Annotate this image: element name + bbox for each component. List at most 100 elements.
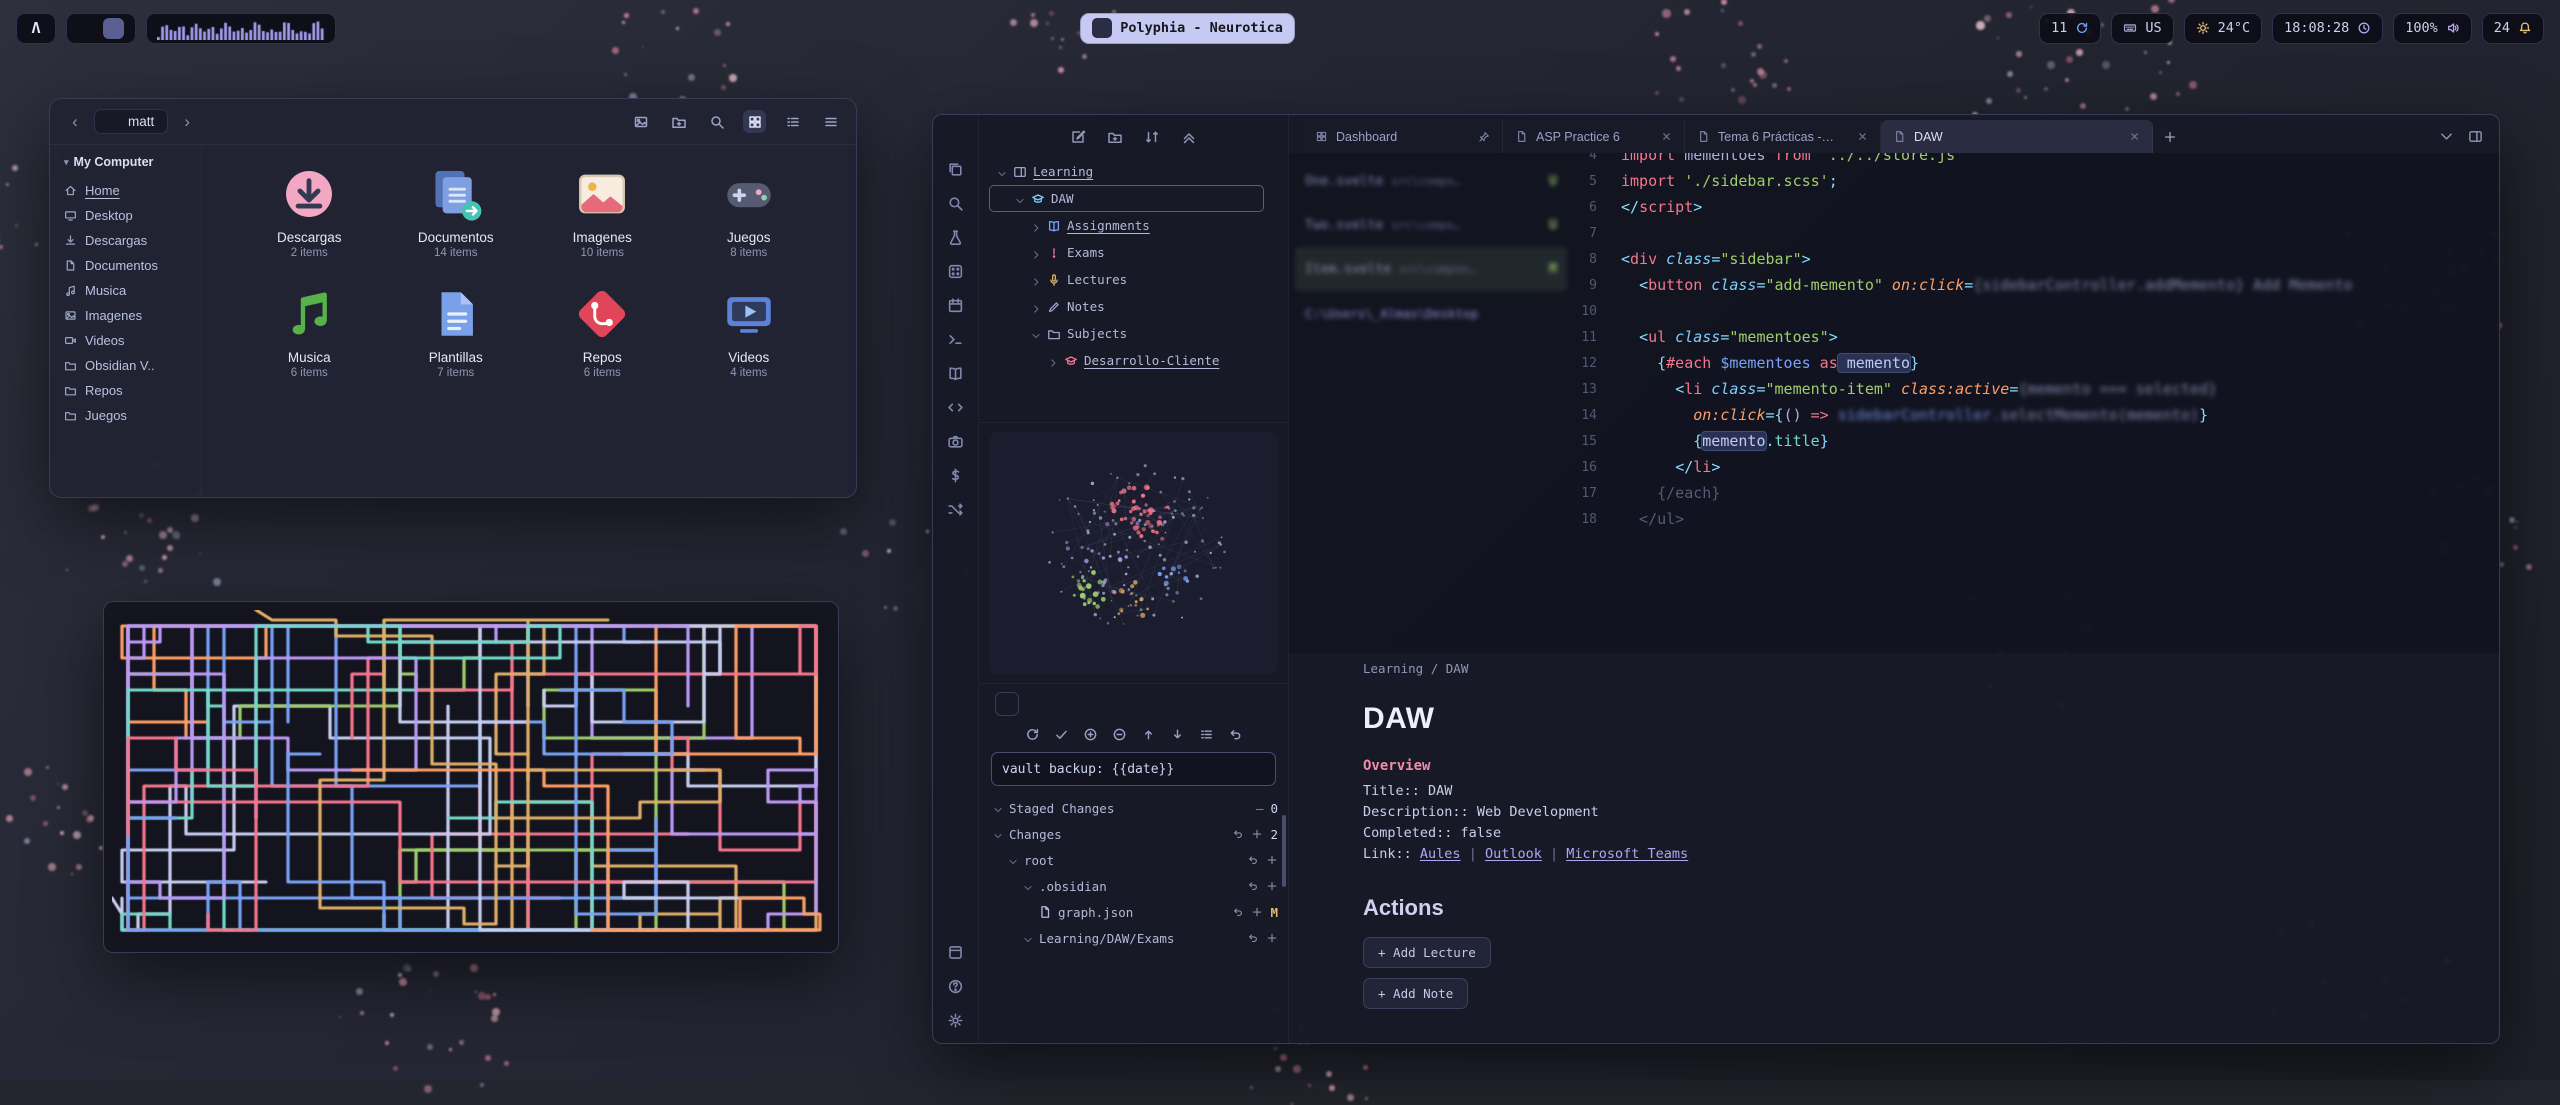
tree-item-exams[interactable]: Exams bbox=[989, 239, 1278, 266]
explorer-collapse-icon[interactable] bbox=[1181, 129, 1197, 145]
tree-item-lectures[interactable]: Lectures bbox=[989, 266, 1278, 293]
notes-icon[interactable] bbox=[103, 18, 124, 39]
forward-button[interactable]: › bbox=[176, 111, 198, 133]
tree-item-subjects[interactable]: Subjects bbox=[989, 320, 1278, 347]
ribbon-terminal-icon[interactable] bbox=[947, 331, 964, 348]
tree-item-assignments[interactable]: Assignments bbox=[989, 212, 1278, 239]
sidebar-item-documentos[interactable]: Documentos bbox=[64, 253, 193, 278]
sidebar-item-descargas[interactable]: Descargas bbox=[64, 228, 193, 253]
undo-icon[interactable] bbox=[1232, 906, 1244, 918]
ribbon-gear-icon[interactable] bbox=[947, 1012, 964, 1029]
local-graph-panel[interactable] bbox=[989, 432, 1278, 674]
chevron-down-icon[interactable] bbox=[1023, 881, 1033, 891]
chevron-down-icon[interactable] bbox=[997, 167, 1007, 177]
folder-videos[interactable]: Videos4 items bbox=[676, 285, 823, 379]
sidebar-item-home[interactable]: Home bbox=[64, 178, 193, 203]
git-list-icon[interactable] bbox=[1199, 727, 1214, 742]
editor-area[interactable]: One.sveltesrc\compo…UTwo.sveltesrc\compo… bbox=[1289, 153, 2499, 653]
folder-imagenes[interactable]: Imagenes10 items bbox=[529, 165, 676, 259]
git-download2-icon[interactable] bbox=[1170, 727, 1185, 742]
git-row-learning-daw-exams[interactable]: Learning/DAW/Exams bbox=[989, 925, 1278, 951]
new-tab-button[interactable] bbox=[2153, 120, 2187, 153]
plus-icon[interactable] bbox=[1251, 828, 1263, 840]
ribbon-dice-icon[interactable] bbox=[947, 263, 964, 280]
ribbon-camera-icon[interactable] bbox=[947, 433, 964, 450]
sidebar-item-videos[interactable]: Videos bbox=[64, 328, 193, 353]
git-upload-icon[interactable] bbox=[1141, 727, 1156, 742]
git-check-icon[interactable] bbox=[1054, 727, 1069, 742]
plus-icon[interactable] bbox=[1266, 932, 1278, 944]
sidebar-item-imagenes[interactable]: Imagenes bbox=[64, 303, 193, 328]
chevron-down-icon[interactable] bbox=[1008, 855, 1018, 865]
module-clock[interactable]: 18:08:28 bbox=[2272, 13, 2383, 44]
close-icon[interactable] bbox=[1661, 131, 1672, 142]
add-note-button[interactable]: + Add Note bbox=[1363, 978, 1468, 1009]
link-microsoft-teams[interactable]: Microsoft Teams bbox=[1566, 846, 1688, 862]
undo-icon[interactable] bbox=[1247, 880, 1259, 892]
explorer-edit-icon[interactable] bbox=[1070, 129, 1086, 145]
chevron-right-icon[interactable] bbox=[1031, 302, 1041, 312]
back-button[interactable]: ‹ bbox=[64, 111, 86, 133]
ribbon-code-icon[interactable] bbox=[947, 399, 964, 416]
git-row-staged-changes[interactable]: Staged Changes—0 bbox=[989, 795, 1278, 821]
tab-asp-practice-6[interactable]: ASP Practice 6 bbox=[1503, 120, 1685, 153]
git-circle-plus-icon[interactable] bbox=[1083, 727, 1098, 742]
plus-icon[interactable] bbox=[1266, 880, 1278, 892]
git-undo-icon[interactable] bbox=[1228, 727, 1243, 742]
chevron-down-icon[interactable] bbox=[993, 803, 1003, 813]
git-row-obsidian[interactable]: .obsidian bbox=[989, 873, 1278, 899]
ribbon-flask-icon[interactable] bbox=[947, 229, 964, 246]
undo-icon[interactable] bbox=[1232, 828, 1244, 840]
ribbon-dollar-icon[interactable] bbox=[947, 467, 964, 484]
chevron-right-icon[interactable] bbox=[1031, 221, 1041, 231]
ribbon-help-icon[interactable] bbox=[947, 978, 964, 995]
toolbar-image-icon[interactable] bbox=[629, 110, 652, 133]
git-refresh-icon[interactable] bbox=[1025, 727, 1040, 742]
plus-icon[interactable] bbox=[1251, 906, 1263, 918]
breadcrumb[interactable]: matt bbox=[94, 109, 168, 134]
commit-message-input[interactable] bbox=[1002, 762, 1243, 777]
module-volume[interactable]: 100% bbox=[2393, 13, 2472, 44]
chevron-down-icon[interactable] bbox=[993, 829, 1003, 839]
tab-tema-6-pr-cticas[interactable]: Tema 6 Prácticas -… bbox=[1685, 120, 1881, 153]
toolbar-grid-icon[interactable] bbox=[743, 110, 766, 133]
panel-scrollbar[interactable] bbox=[1282, 815, 1286, 887]
plus-icon[interactable] bbox=[1266, 854, 1278, 866]
ribbon-search-icon[interactable] bbox=[947, 195, 964, 212]
sidebar-item-obsidian-v[interactable]: Obsidian V.. bbox=[64, 353, 193, 378]
sidebar-item-repos[interactable]: Repos bbox=[64, 378, 193, 403]
ribbon-book-icon[interactable] bbox=[947, 365, 964, 382]
ribbon-shuffle-icon[interactable] bbox=[947, 501, 964, 518]
tree-item-daw[interactable]: DAW bbox=[989, 185, 1264, 212]
chevron-down-icon[interactable] bbox=[1023, 933, 1033, 943]
folder-juegos[interactable]: Juegos8 items bbox=[676, 165, 823, 259]
toolbar-menu-icon[interactable] bbox=[819, 110, 842, 133]
tab-daw[interactable]: DAW bbox=[1881, 120, 2153, 153]
module-notifications[interactable]: 24 bbox=[2482, 13, 2544, 44]
folder-documentos[interactable]: Documentos14 items bbox=[383, 165, 530, 259]
chevron-down-icon[interactable] bbox=[1015, 194, 1025, 204]
chevron-right-icon[interactable] bbox=[1048, 356, 1058, 366]
sidebar-item-musica[interactable]: Musica bbox=[64, 278, 193, 303]
tree-item-learning[interactable]: Learning bbox=[989, 158, 1278, 185]
ribbon-box-icon[interactable] bbox=[947, 944, 964, 961]
chevron-down-icon[interactable] bbox=[1031, 329, 1041, 339]
folder-plantillas[interactable]: Plantillas7 items bbox=[383, 285, 530, 379]
launcher-button[interactable]: Λ bbox=[16, 13, 56, 44]
sidebar-item-desktop[interactable]: Desktop bbox=[64, 203, 193, 228]
link-outlook[interactable]: Outlook bbox=[1485, 846, 1542, 862]
explorer-sort-icon[interactable] bbox=[1144, 129, 1160, 145]
git-row-graph-json[interactable]: graph.jsonM bbox=[989, 899, 1278, 925]
close-icon[interactable] bbox=[1857, 131, 1868, 142]
folder-repos[interactable]: Repos6 items bbox=[529, 285, 676, 379]
git-row-changes[interactable]: Changes2 bbox=[989, 821, 1278, 847]
pin-icon[interactable] bbox=[1478, 131, 1490, 143]
git-circle-minus-icon[interactable] bbox=[1112, 727, 1127, 742]
module-keyboard-layout[interactable]: US bbox=[2111, 13, 2173, 44]
add-lecture-button[interactable]: + Add Lecture bbox=[1363, 937, 1491, 968]
sidebar-item-juegos[interactable]: Juegos bbox=[64, 403, 193, 428]
undo-icon[interactable] bbox=[1247, 932, 1259, 944]
close-icon[interactable] bbox=[2129, 131, 2140, 142]
toolbar-list-icon[interactable] bbox=[781, 110, 804, 133]
graph-settings-icon[interactable] bbox=[1256, 440, 1270, 454]
